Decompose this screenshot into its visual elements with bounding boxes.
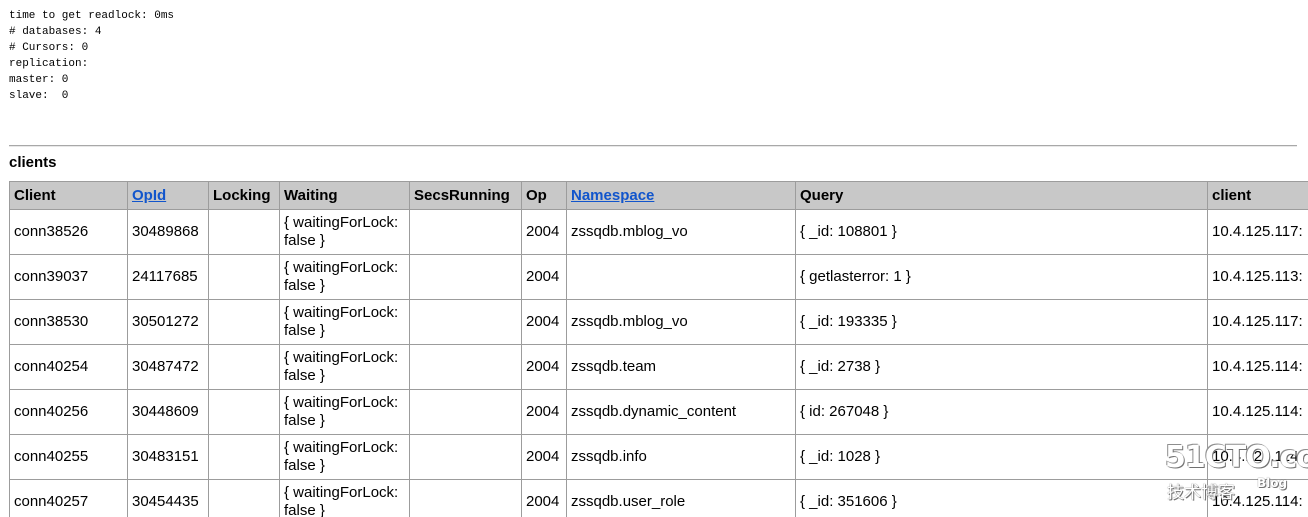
col-header-waiting: Waiting bbox=[279, 181, 410, 210]
cell-locking bbox=[208, 209, 280, 255]
cell-client: conn40254 bbox=[9, 344, 128, 390]
cell-query: { id: 267048 } bbox=[795, 389, 1208, 435]
cell-waiting: { waitingForLock: false } bbox=[279, 479, 410, 517]
cell-client-address: 10.4.125.117: bbox=[1207, 299, 1308, 345]
cell-query: { _id: 2738 } bbox=[795, 344, 1208, 390]
cell-client-address: 10.4.125.114: bbox=[1207, 479, 1308, 517]
status-line: # databases: 4 bbox=[9, 26, 102, 38]
cell-waiting: { waitingForLock: false } bbox=[279, 389, 410, 435]
horizontal-rule bbox=[9, 145, 1297, 147]
cell-locking bbox=[208, 299, 280, 345]
table-row: conn38526 30489868 { waitingForLock: false… bbox=[9, 209, 1308, 255]
cell-op: 2004 bbox=[521, 479, 567, 517]
cell-waiting: { waitingForLock: false } bbox=[279, 344, 410, 390]
cell-query: { getlasterror: 1 } bbox=[795, 254, 1208, 300]
cell-secs-running bbox=[409, 434, 522, 480]
cell-client-address: 10.4.125.114: bbox=[1207, 389, 1308, 435]
cell-secs-running bbox=[409, 209, 522, 255]
col-header-locking: Locking bbox=[208, 181, 280, 210]
cell-secs-running bbox=[409, 254, 522, 300]
cell-op: 2004 bbox=[521, 434, 567, 480]
table-row: conn40254 30487472 { waitingForLock: false… bbox=[9, 344, 1308, 390]
cell-waiting: { waitingForLock: false } bbox=[279, 254, 410, 300]
sort-link-namespace[interactable]: Namespace bbox=[571, 187, 654, 204]
table-row: conn40256 30448609 { waitingForLock: false… bbox=[9, 389, 1308, 435]
cell-client-address: 10.4.125.114: bbox=[1207, 344, 1308, 390]
server-status-text: time to get readlock: 0ms # databases: 4… bbox=[9, 8, 174, 104]
cell-namespace: zssqdb.dynamic_content bbox=[566, 389, 796, 435]
cell-opid: 24117685 bbox=[127, 254, 209, 300]
col-header-namespace: Namespace bbox=[566, 181, 796, 210]
col-header-secsrunning: SecsRunning bbox=[409, 181, 522, 210]
cell-secs-running bbox=[409, 299, 522, 345]
cell-namespace: zssqdb.user_role bbox=[566, 479, 796, 517]
cell-locking bbox=[208, 254, 280, 300]
cell-opid: 30489868 bbox=[127, 209, 209, 255]
table-header-row: Client OpId Locking Waiting SecsRunning … bbox=[9, 181, 1308, 210]
cell-namespace: zssqdb.team bbox=[566, 344, 796, 390]
cell-locking bbox=[208, 389, 280, 435]
cell-query: { _id: 193335 } bbox=[795, 299, 1208, 345]
col-header-client: Client bbox=[9, 181, 128, 210]
cell-locking bbox=[208, 344, 280, 390]
cell-op: 2004 bbox=[521, 389, 567, 435]
cell-opid: 30501272 bbox=[127, 299, 209, 345]
cell-namespace: zssqdb.mblog_vo bbox=[566, 209, 796, 255]
status-line: slave: 0 bbox=[9, 90, 69, 102]
status-line: # Cursors: 0 bbox=[9, 42, 89, 54]
col-header-client-address: client bbox=[1207, 181, 1308, 210]
cell-opid: 30487472 bbox=[127, 344, 209, 390]
cell-op: 2004 bbox=[521, 299, 567, 345]
cell-namespace: zssqdb.mblog_vo bbox=[566, 299, 796, 345]
col-header-opid: OpId bbox=[127, 181, 209, 210]
cell-query: { _id: 108801 } bbox=[795, 209, 1208, 255]
cell-opid: 30483151 bbox=[127, 434, 209, 480]
cell-op: 2004 bbox=[521, 209, 567, 255]
cell-client: conn38530 bbox=[9, 299, 128, 345]
cell-query: { _id: 1028 } bbox=[795, 434, 1208, 480]
cell-client: conn39037 bbox=[9, 254, 128, 300]
cell-client-address: 10.4.125.117: bbox=[1207, 209, 1308, 255]
cell-client: conn40257 bbox=[9, 479, 128, 517]
col-header-query: Query bbox=[795, 181, 1208, 210]
cell-client-address: 10.4.125.114: bbox=[1207, 434, 1308, 480]
cell-op: 2004 bbox=[521, 254, 567, 300]
cell-client-address: 10.4.125.113: bbox=[1207, 254, 1308, 300]
sort-link-opid[interactable]: OpId bbox=[132, 187, 166, 204]
table-row: conn38530 30501272 { waitingForLock: false… bbox=[9, 299, 1308, 345]
cell-secs-running bbox=[409, 479, 522, 517]
status-line: replication: bbox=[9, 58, 89, 70]
section-heading-clients: clients bbox=[9, 154, 57, 171]
table-row: conn40255 30483151 { waitingForLock: false… bbox=[9, 434, 1308, 480]
cell-locking bbox=[208, 479, 280, 517]
cell-opid: 30454435 bbox=[127, 479, 209, 517]
cell-secs-running bbox=[409, 389, 522, 435]
cell-waiting: { waitingForLock: false } bbox=[279, 434, 410, 480]
cell-client: conn40255 bbox=[9, 434, 128, 480]
cell-client: conn40256 bbox=[9, 389, 128, 435]
cell-locking bbox=[208, 434, 280, 480]
cell-opid: 30448609 bbox=[127, 389, 209, 435]
cell-waiting: { waitingForLock: false } bbox=[279, 299, 410, 345]
status-line: time to get readlock: 0ms bbox=[9, 10, 175, 22]
cell-op: 2004 bbox=[521, 344, 567, 390]
status-line: master: 0 bbox=[9, 74, 69, 86]
clients-table: Client OpId Locking Waiting SecsRunning … bbox=[9, 181, 1308, 517]
cell-query: { _id: 351606 } bbox=[795, 479, 1208, 517]
cell-secs-running bbox=[409, 344, 522, 390]
cell-client: conn38526 bbox=[9, 209, 128, 255]
cell-namespace: zssqdb.info bbox=[566, 434, 796, 480]
table-row: conn39037 24117685 { waitingForLock: false… bbox=[9, 254, 1308, 300]
cell-namespace bbox=[566, 254, 796, 300]
table-row: conn40257 30454435 { waitingForLock: false… bbox=[9, 479, 1308, 517]
clients-table-container[interactable]: Client OpId Locking Waiting SecsRunning … bbox=[9, 181, 1308, 517]
col-header-op: Op bbox=[521, 181, 567, 210]
cell-waiting: { waitingForLock: false } bbox=[279, 209, 410, 255]
